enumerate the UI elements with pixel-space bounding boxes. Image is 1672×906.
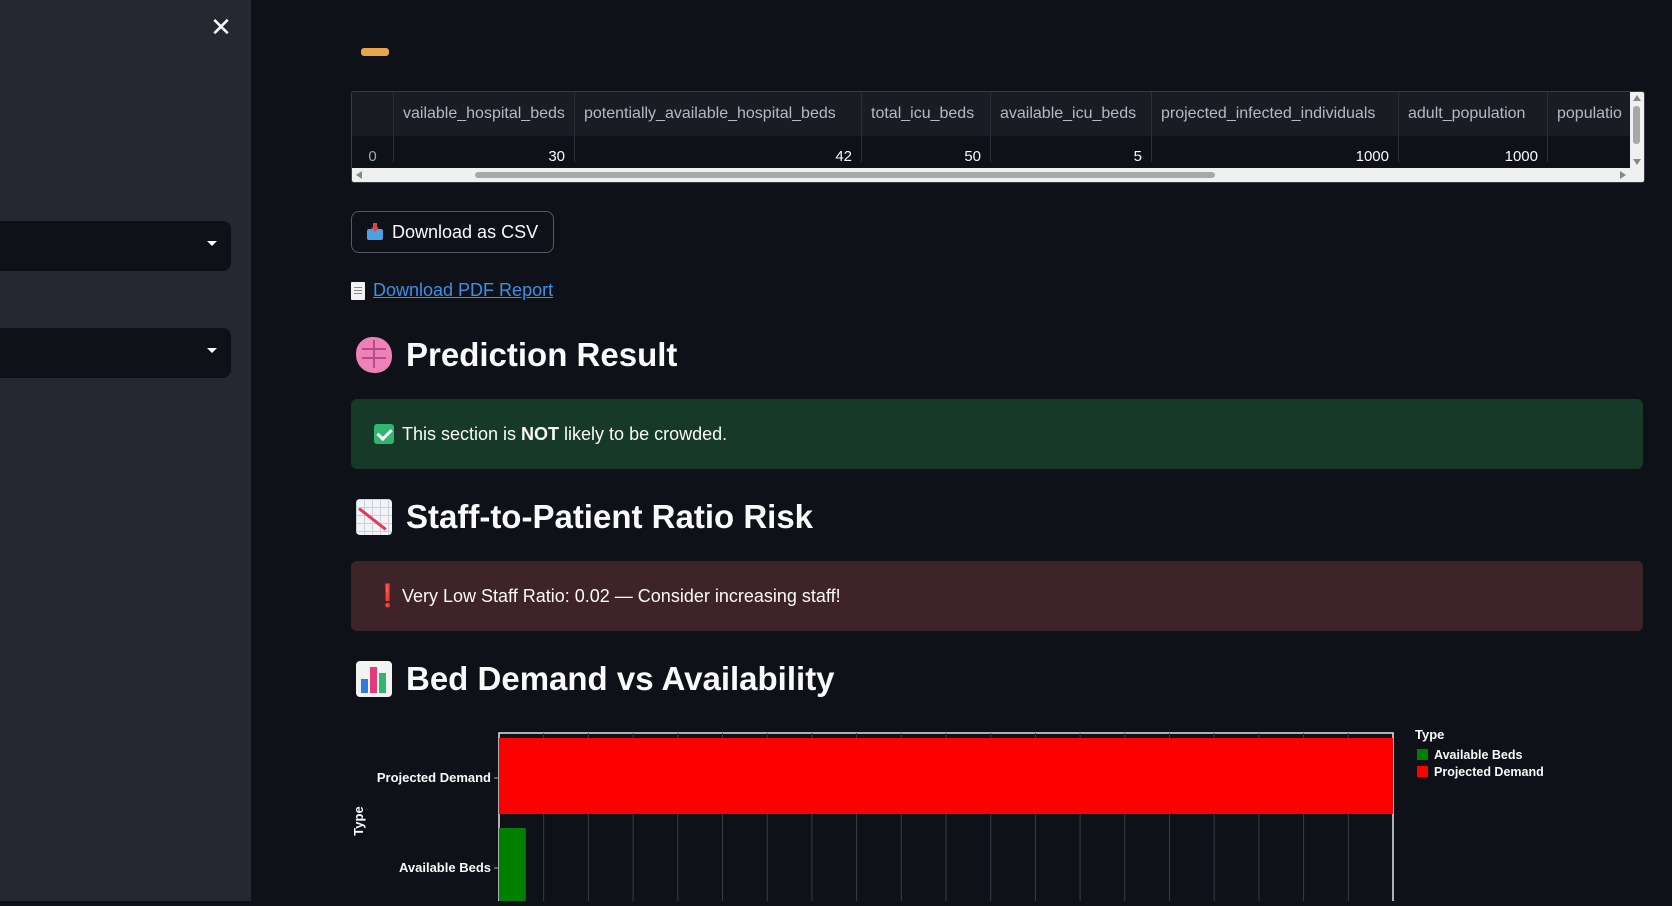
table-cell[interactable]: 50 bbox=[862, 136, 991, 162]
message-part: This section is bbox=[402, 423, 522, 444]
inbox-tray-icon bbox=[366, 223, 384, 241]
scroll-left-icon[interactable] bbox=[356, 171, 362, 179]
row-index: 0 bbox=[352, 136, 394, 162]
bed-chart: Projected Demand Available Beds Type Type Av… bbox=[351, 725, 1643, 906]
table-cell[interactable]: 42 bbox=[575, 136, 862, 162]
prediction-heading-text: Prediction Result bbox=[406, 336, 678, 373]
table-cell[interactable]: 5 bbox=[991, 136, 1152, 162]
horizontal-scrollbar[interactable] bbox=[352, 168, 1644, 182]
sidebar-select-1[interactable] bbox=[0, 221, 231, 271]
column-header[interactable]: vailable_hospital_beds bbox=[394, 92, 575, 136]
success-message: This section is NOT likely to be crowded… bbox=[402, 424, 727, 445]
scrollbar-thumb[interactable] bbox=[475, 172, 1215, 178]
table-row: 0 30 42 50 5 1000 1000 bbox=[352, 136, 1644, 162]
scrollbar-thumb[interactable] bbox=[1633, 106, 1640, 144]
sidebar: ✕ bbox=[0, 0, 251, 901]
sidebar-select-2[interactable] bbox=[0, 328, 231, 378]
clipped-heading-icon bbox=[361, 48, 389, 56]
legend-label: Available Beds bbox=[1434, 748, 1523, 762]
table-cell[interactable]: 30 bbox=[394, 136, 575, 162]
y-tick-label: Available Beds bbox=[399, 860, 491, 875]
table-cell[interactable]: 1000 bbox=[1399, 136, 1548, 162]
bed-chart-heading: Bed Demand vs Availability bbox=[356, 660, 835, 698]
check-icon bbox=[374, 424, 394, 444]
column-header bbox=[352, 92, 394, 136]
download-csv-button[interactable]: Download as CSV bbox=[351, 211, 555, 253]
bar-chart-icon bbox=[356, 661, 392, 697]
legend-label: Projected Demand bbox=[1434, 765, 1544, 779]
bed-chart-svg: Projected Demand Available Beds Type Type Av… bbox=[351, 727, 1544, 906]
column-header[interactable]: adult_population bbox=[1399, 92, 1548, 136]
brain-icon bbox=[356, 337, 392, 373]
bar-available-beds bbox=[499, 828, 526, 904]
scroll-down-icon[interactable] bbox=[1633, 159, 1641, 165]
close-sidebar-button[interactable]: ✕ bbox=[208, 14, 234, 40]
column-header[interactable]: potentially_available_hospital_beds bbox=[575, 92, 862, 136]
table-header: vailable_hospital_beds potentially_avail… bbox=[352, 92, 1644, 136]
dataframe[interactable]: vailable_hospital_beds potentially_avail… bbox=[351, 91, 1645, 183]
success-alert: This section is NOT likely to be crowded… bbox=[351, 399, 1643, 469]
y-axis-title: Type bbox=[351, 806, 366, 835]
column-header[interactable]: total_icu_beds bbox=[862, 92, 991, 136]
page-icon bbox=[351, 281, 365, 300]
staff-heading: Staff-to-Patient Ratio Risk bbox=[356, 498, 813, 536]
message-part: likely to be crowded. bbox=[559, 423, 728, 444]
error-message: Very Low Staff Ratio: 0.02 — Consider in… bbox=[402, 585, 841, 606]
chevron-down-icon bbox=[207, 348, 217, 353]
legend-swatch bbox=[1417, 749, 1428, 760]
exclamation-icon: ❗ bbox=[374, 583, 402, 608]
scroll-up-icon[interactable] bbox=[1633, 95, 1641, 101]
download-pdf-label[interactable]: Download PDF Report bbox=[373, 280, 553, 301]
download-pdf-link[interactable]: Download PDF Report bbox=[351, 280, 553, 301]
legend-swatch bbox=[1417, 766, 1428, 777]
close-icon: ✕ bbox=[210, 12, 232, 42]
vertical-scrollbar[interactable] bbox=[1630, 92, 1644, 168]
chevron-down-icon bbox=[207, 241, 217, 246]
column-header[interactable]: projected_infected_individuals bbox=[1152, 92, 1399, 136]
scroll-right-icon[interactable] bbox=[1620, 171, 1626, 179]
column-header[interactable]: available_icu_beds bbox=[991, 92, 1152, 136]
legend-title: Type bbox=[1415, 727, 1444, 742]
error-alert: ❗ Very Low Staff Ratio: 0.02 — Consider … bbox=[351, 561, 1643, 631]
prediction-heading: Prediction Result bbox=[356, 336, 677, 374]
download-csv-label: Download as CSV bbox=[392, 221, 539, 242]
staff-heading-text: Staff-to-Patient Ratio Risk bbox=[406, 498, 814, 535]
y-tick-label: Projected Demand bbox=[377, 770, 491, 785]
chart-decreasing-icon bbox=[356, 499, 392, 535]
message-emphasis: NOT bbox=[521, 423, 560, 444]
bar-projected-demand bbox=[499, 738, 1393, 814]
bed-chart-heading-text: Bed Demand vs Availability bbox=[406, 660, 835, 697]
table-cell[interactable]: 1000 bbox=[1152, 136, 1399, 162]
